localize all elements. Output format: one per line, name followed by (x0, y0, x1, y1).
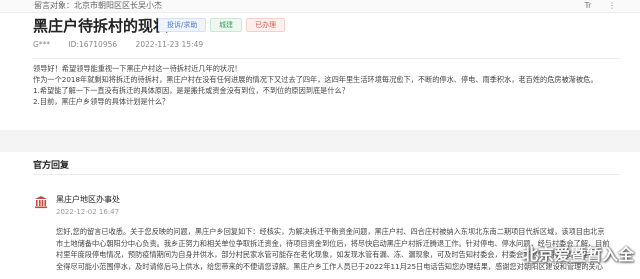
page-title: 黑庄户待拆村的现状 (33, 17, 169, 35)
reply-line: 您好,您的留言已收悉。关于您反映的问题，黑庄户乡回复如下：经核实，为解决拆迁平衡… (56, 227, 605, 236)
type-badge: 投诉/求助 (158, 18, 207, 32)
message-line: 1.希望能了解一下一直没有拆迁的具体原因，是是搬托或资金没有到位，不到位的原因到… (33, 86, 349, 95)
message-body: 领导好！希望领导能重视一下黑庄户村这一待拆村近几年的状况！ 作为一个2018年就… (33, 63, 623, 107)
reply-date: 2022-12-02 16:47 (56, 208, 120, 216)
government-building-icon (34, 194, 48, 209)
target-name: 北京市朝阳区区长吴小杰 (74, 1, 162, 10)
reply-org-name: 黑庄户地区办事处 (56, 195, 120, 204)
watermark: 北京爱暨暂入全 (521, 245, 634, 264)
message-id: ID:16710956 (68, 40, 118, 49)
section-gap (0, 130, 640, 152)
message-target: 留言对象：北京市朝阳区区长吴小杰 (34, 0, 162, 12)
domain-badge: 城建 (210, 18, 242, 32)
divider (33, 58, 620, 59)
font-size-icon[interactable]: Tr (584, 1, 591, 10)
message-datetime: 2022-11-23 15:49 (135, 40, 204, 49)
message-line: 2.目前，黑庄户乡领导的具体计划是什么？ (33, 97, 170, 106)
reply-section-title: 官方回复 (33, 161, 70, 171)
message-detail-card: 留言对象：北京市朝阳区区长吴小杰 Tr ⋮ 黑庄户待拆村的现状 投诉/求助 城建… (0, 0, 640, 279)
top-icons: Tr ⋮ (570, 0, 616, 12)
share-icon[interactable]: ⋮ (608, 1, 616, 10)
message-meta: G*** ID:16710956 2022-11-23 15:49 (33, 40, 219, 49)
status-badge: 已办理 (246, 18, 285, 32)
message-line: 领导好！希望领导能重视一下黑庄户村这一待拆村近几年的状况！ (33, 64, 242, 73)
top-bar: 留言对象：北京市朝阳区区长吴小杰 Tr ⋮ (0, 0, 640, 13)
divider (33, 174, 620, 175)
target-prefix-label: 留言对象： (34, 1, 74, 10)
author-name: G*** (33, 40, 51, 49)
message-line: 作为一个2018年就剩知将拆迁的待拆村，黑庄户村在没有任何进展的情况下又过去了四… (33, 75, 598, 84)
